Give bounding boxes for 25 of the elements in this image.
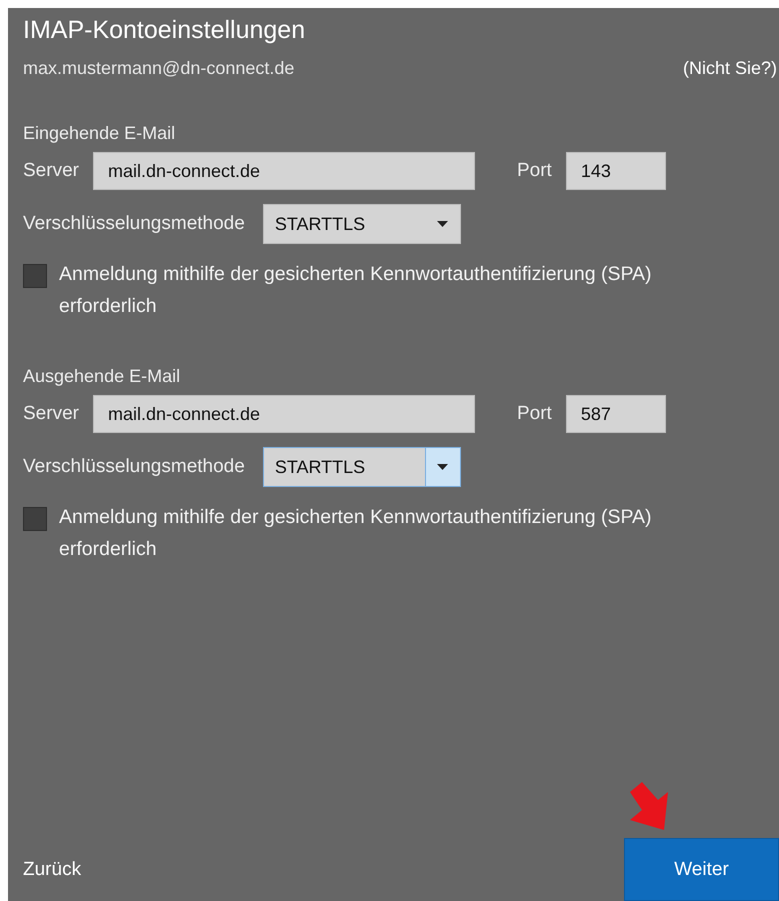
checkbox[interactable]: [23, 264, 47, 288]
server-label: Server: [23, 403, 79, 425]
checkbox-label: Anmeldung mithilfe der gesicherten Kennwortauthentifizierung (SPA) erforderlich: [59, 505, 653, 562]
checkbox[interactable]: [23, 507, 47, 531]
server-field[interactable]: mail.dn-connect.de: [92, 395, 475, 433]
account-email: max.mustermann@dn-connect.de: [23, 58, 294, 79]
section-heading: Ausgehende E-Mail: [23, 366, 182, 387]
server-label: Server: [23, 160, 79, 182]
next-button[interactable]: Weiter: [624, 838, 779, 901]
port-label: Port: [516, 160, 552, 182]
section-heading: Eingehende E-Mail: [23, 123, 176, 144]
encryption-dropdown[interactable]: STARTTLS: [262, 204, 461, 244]
caret-icon: [437, 464, 448, 470]
back-link[interactable]: Zurück: [23, 859, 82, 881]
port-field[interactable]: 143: [566, 152, 666, 190]
checkbox-label: Anmeldung mithilfe der gesicherten Kennwortauthentifizierung (SPA) erforderlich: [59, 262, 653, 319]
caret-icon: [437, 221, 448, 227]
not-you-link[interactable]: (Nicht Sie?): [682, 58, 779, 79]
port-field[interactable]: 587: [566, 395, 666, 433]
encryption-label: Verschlüsselungsmethode: [23, 456, 245, 478]
encryption-dropdown[interactable]: STARTTLS: [262, 447, 461, 487]
window-title: IMAP-Kontoeinstellungen: [23, 16, 306, 45]
server-field[interactable]: mail.dn-connect.de: [92, 152, 475, 190]
encryption-label: Verschlüsselungsmethode: [23, 213, 245, 235]
port-label: Port: [516, 403, 552, 425]
